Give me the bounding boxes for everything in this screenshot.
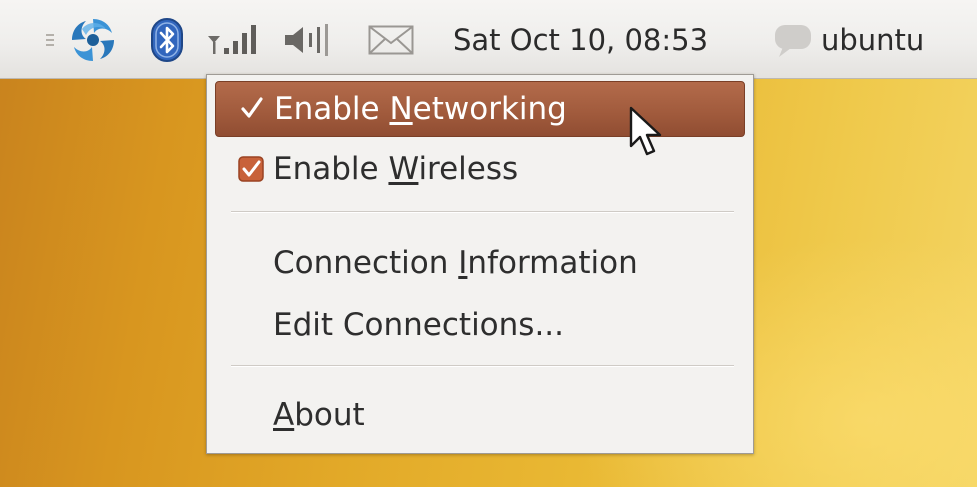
mouse-pointer-icon — [629, 106, 662, 156]
top-panel: Sat Oct 10, 08:53 ubuntu — [0, 0, 977, 79]
user-indicator[interactable]: ubuntu — [773, 0, 924, 79]
menu-separator — [231, 365, 734, 367]
chat-bubble-icon — [775, 24, 811, 57]
menu-separator — [231, 211, 734, 213]
menu-item-label: About — [273, 397, 365, 433]
bluetooth-icon[interactable] — [150, 0, 186, 79]
menu-item-label: Edit Connections... — [273, 307, 565, 343]
menu-item-label: Connection Information — [273, 245, 638, 281]
clock[interactable]: Sat Oct 10, 08:53 — [453, 0, 708, 79]
network-manager-swirl-icon[interactable] — [68, 0, 120, 79]
clock-text: Sat Oct 10, 08:53 — [453, 22, 709, 57]
menu-item-label: Enable Wireless — [273, 151, 519, 187]
checkmark-icon — [241, 97, 263, 118]
enable-networking-checkbox[interactable] — [236, 94, 268, 124]
mail-envelope-icon[interactable] — [368, 0, 416, 79]
volume-icon[interactable] — [281, 0, 333, 79]
checkbox-checked-icon — [238, 156, 264, 182]
menu-item-label: Enable Networking — [274, 91, 567, 127]
menu-item-about[interactable]: About — [215, 387, 745, 443]
user-name: ubuntu — [821, 22, 925, 57]
enable-wireless-checkbox[interactable] — [235, 154, 267, 184]
signal-strength-icon[interactable] — [206, 0, 260, 79]
menu-item-connection-information[interactable]: Connection Information — [215, 235, 745, 291]
panel-drag-handle[interactable] — [46, 0, 54, 79]
network-dropdown-menu: Enable Networking Enable Wireless Connec… — [206, 74, 754, 454]
menu-item-edit-connections[interactable]: Edit Connections... — [215, 297, 745, 353]
